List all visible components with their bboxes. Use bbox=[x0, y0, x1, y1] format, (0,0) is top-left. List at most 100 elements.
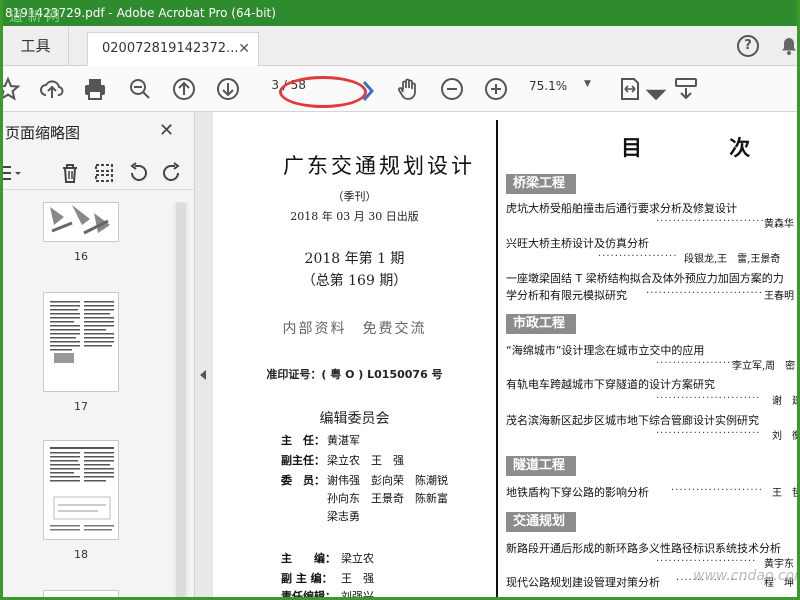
toc-article-title[interactable]: 兴旺大桥主桥设计及仿真分析 bbox=[506, 235, 649, 251]
toc-article-author: 段银龙,王 雷,王景奇 bbox=[684, 254, 781, 265]
editor-row: 主 编： 梁立农 bbox=[281, 552, 374, 565]
panel-toolbar bbox=[3, 156, 195, 190]
committee-title: 编辑委员会 bbox=[319, 411, 390, 427]
delete-page-icon[interactable] bbox=[59, 162, 81, 184]
panel-splitter[interactable] bbox=[195, 112, 213, 597]
thumbnail-label: 18 bbox=[74, 548, 88, 561]
magazine-title: 广东交通规划设计 bbox=[283, 154, 475, 178]
editor-row: 责任编辑： 刘强兴 bbox=[281, 590, 374, 600]
section-header: 交通规划 bbox=[506, 512, 576, 532]
section-header: 隧道工程 bbox=[506, 456, 576, 476]
rotate-right-icon[interactable] bbox=[161, 162, 183, 184]
toc-article-title[interactable]: 地铁盾构下穿公路的影响分析 bbox=[506, 484, 649, 500]
zoom-in-icon[interactable] bbox=[483, 76, 509, 102]
options-menu-icon[interactable] bbox=[3, 162, 21, 184]
committee-row: 副主任： 梁立农 王 强 bbox=[281, 454, 404, 467]
zoom-value: 75.1% bbox=[529, 79, 568, 93]
committee-row: 孙向东 王景奇 陈新富 bbox=[327, 492, 448, 505]
help-icon[interactable]: ? bbox=[737, 35, 759, 57]
tab-bar: 工具 020072819142372... ✕ ? bbox=[3, 26, 797, 66]
toc-article-title[interactable]: 现代公路规划建设管理对策分析 bbox=[506, 574, 660, 590]
toc-article-author: 谢 建 bbox=[772, 396, 800, 407]
notification-bell-icon[interactable] bbox=[779, 36, 797, 56]
page-thumbnail-18[interactable] bbox=[43, 440, 119, 540]
publish-date: 2018 年 03 月 30 日出版 bbox=[290, 210, 419, 223]
toc-article-author: 王 哲 bbox=[772, 488, 800, 499]
page-thumbnail-17[interactable] bbox=[43, 292, 119, 392]
tab-document-label: 020072819142372... bbox=[102, 41, 239, 56]
footer-watermark: www.cndao.com bbox=[693, 568, 800, 584]
watermark-top: 道 新 网 bbox=[9, 9, 60, 25]
fit-dropdown-chevron-icon[interactable] bbox=[643, 82, 667, 108]
previous-page-icon[interactable] bbox=[171, 76, 197, 102]
print-icon[interactable] bbox=[82, 76, 108, 102]
toc-article-title[interactable]: 一座墩梁固结 T 梁桥结构拟合及体外预应力加固方案的力 bbox=[506, 270, 784, 286]
current-page-input[interactable]: 3 bbox=[265, 78, 279, 92]
page-thumbnail-16[interactable] bbox=[43, 202, 119, 242]
toc-article-title[interactable]: 茂名滨海新区起步区城市地下综合管廊设计实例研究 bbox=[506, 412, 759, 428]
zoom-search-icon[interactable] bbox=[127, 76, 153, 102]
page-divider bbox=[496, 120, 498, 597]
page-thumbnail-19[interactable] bbox=[43, 590, 119, 597]
toc-page: 目 次 桥梁工程 虎坑大桥受船舶撞击后通行要求分析及修复设计 ·········… bbox=[506, 112, 800, 597]
toc-article-author: 刘 衡 bbox=[772, 431, 800, 442]
toc-article-author: 李立军,周 密 bbox=[732, 361, 796, 372]
document-view[interactable]: 广东交通规划设计 （季刊） 2018 年 03 月 30 日出版 2018 年第… bbox=[213, 112, 800, 600]
toc-article-title[interactable]: 有轨电车跨越城市下穿隧道的设计方案研究 bbox=[506, 376, 715, 392]
quarterly-label: （季刊） bbox=[332, 190, 377, 203]
total-issue-number: （总第 169 期） bbox=[301, 273, 408, 289]
hand-tool-icon[interactable] bbox=[395, 76, 421, 102]
thumbnail-scrollbar[interactable] bbox=[173, 202, 189, 597]
editor-row: 副 主 编：王 强 bbox=[281, 572, 374, 585]
chevron-down-icon: ▼ bbox=[584, 79, 591, 89]
thumbnail-label: 17 bbox=[74, 400, 88, 413]
tab-tools[interactable]: 工具 bbox=[3, 26, 69, 66]
tab-document[interactable]: 020072819142372... ✕ bbox=[87, 32, 259, 66]
page-thumbnails-panel: 页面缩略图 ✕ 16 17 18 bbox=[3, 112, 195, 597]
toc-title: 目 次 bbox=[621, 136, 791, 160]
toc-leader: ······················ bbox=[656, 358, 736, 369]
close-tab-icon[interactable]: ✕ bbox=[238, 33, 250, 65]
toc-leader: ····························· bbox=[656, 556, 756, 567]
app-window: 8191423729.pdf - Adobe Acrobat Pro (64-b… bbox=[0, 0, 800, 600]
toc-article-author: 王春明 bbox=[764, 291, 794, 302]
close-panel-icon[interactable]: ✕ bbox=[159, 120, 174, 141]
toc-leader: ································· bbox=[656, 216, 766, 227]
section-header: 桥梁工程 bbox=[506, 174, 576, 194]
zoom-out-icon[interactable] bbox=[439, 76, 465, 102]
rotate-left-icon[interactable] bbox=[127, 162, 149, 184]
toc-article-title[interactable]: “海绵城市”设计理念在城市立交中的应用 bbox=[506, 342, 704, 358]
highlight-oval bbox=[279, 76, 367, 108]
next-page-icon[interactable] bbox=[215, 76, 241, 102]
permit-number: 准印证号：( 粤 O ) L0150076 号 bbox=[266, 368, 443, 381]
committee-row: 梁志勇 bbox=[327, 510, 360, 523]
scroll-mode-icon[interactable] bbox=[673, 76, 699, 102]
zoom-dropdown[interactable]: 75.1% ▼ bbox=[529, 79, 599, 93]
issue-number: 2018 年第 1 期 bbox=[304, 251, 405, 267]
toc-leader: ····························· bbox=[656, 393, 761, 404]
thumbnail-list: 16 17 18 bbox=[3, 202, 173, 597]
thumbnail-label: 16 bbox=[74, 250, 88, 263]
title-bar: 8191423729.pdf - Adobe Acrobat Pro (64-b… bbox=[3, 0, 797, 26]
toc-leader: ································ bbox=[646, 288, 761, 299]
upload-cloud-icon[interactable] bbox=[39, 76, 65, 102]
cover-page: 广东交通规划设计 （季刊） 2018 年 03 月 30 日出版 2018 年第… bbox=[213, 112, 496, 600]
internal-note: 内部资料 免费交流 bbox=[282, 321, 427, 337]
main-toolbar: 3 / 58 75.1% ▼ bbox=[3, 66, 797, 112]
toc-leader: ························· bbox=[671, 485, 761, 496]
star-icon[interactable] bbox=[3, 76, 21, 102]
toc-article-title-line2[interactable]: 学分析和有限元模拟研究 bbox=[506, 287, 627, 303]
toc-article-title[interactable]: 新路段开通后形成的新环路多义性路径标识系统技术分析 bbox=[506, 540, 781, 556]
toc-article-title[interactable]: 虎坑大桥受船舶撞击后通行要求分析及修复设计 bbox=[506, 200, 737, 216]
extract-page-icon[interactable] bbox=[93, 162, 115, 184]
section-header: 市政工程 bbox=[506, 314, 576, 334]
panel-title: 页面缩略图 bbox=[5, 124, 81, 142]
page-fit-icon[interactable] bbox=[617, 76, 643, 102]
committee-row: 委 员： 谢伟强 彭向荣 陈潮锐 bbox=[281, 474, 448, 487]
collapse-panel-icon[interactable] bbox=[200, 370, 206, 380]
toc-leader: ····························· bbox=[656, 428, 761, 439]
committee-row: 主 任： 黄湛军 bbox=[281, 434, 360, 447]
toc-article-author: 黄森华 bbox=[764, 219, 794, 230]
scrollbar-thumb[interactable] bbox=[176, 202, 186, 597]
toc-leader: ······················ bbox=[598, 251, 678, 262]
